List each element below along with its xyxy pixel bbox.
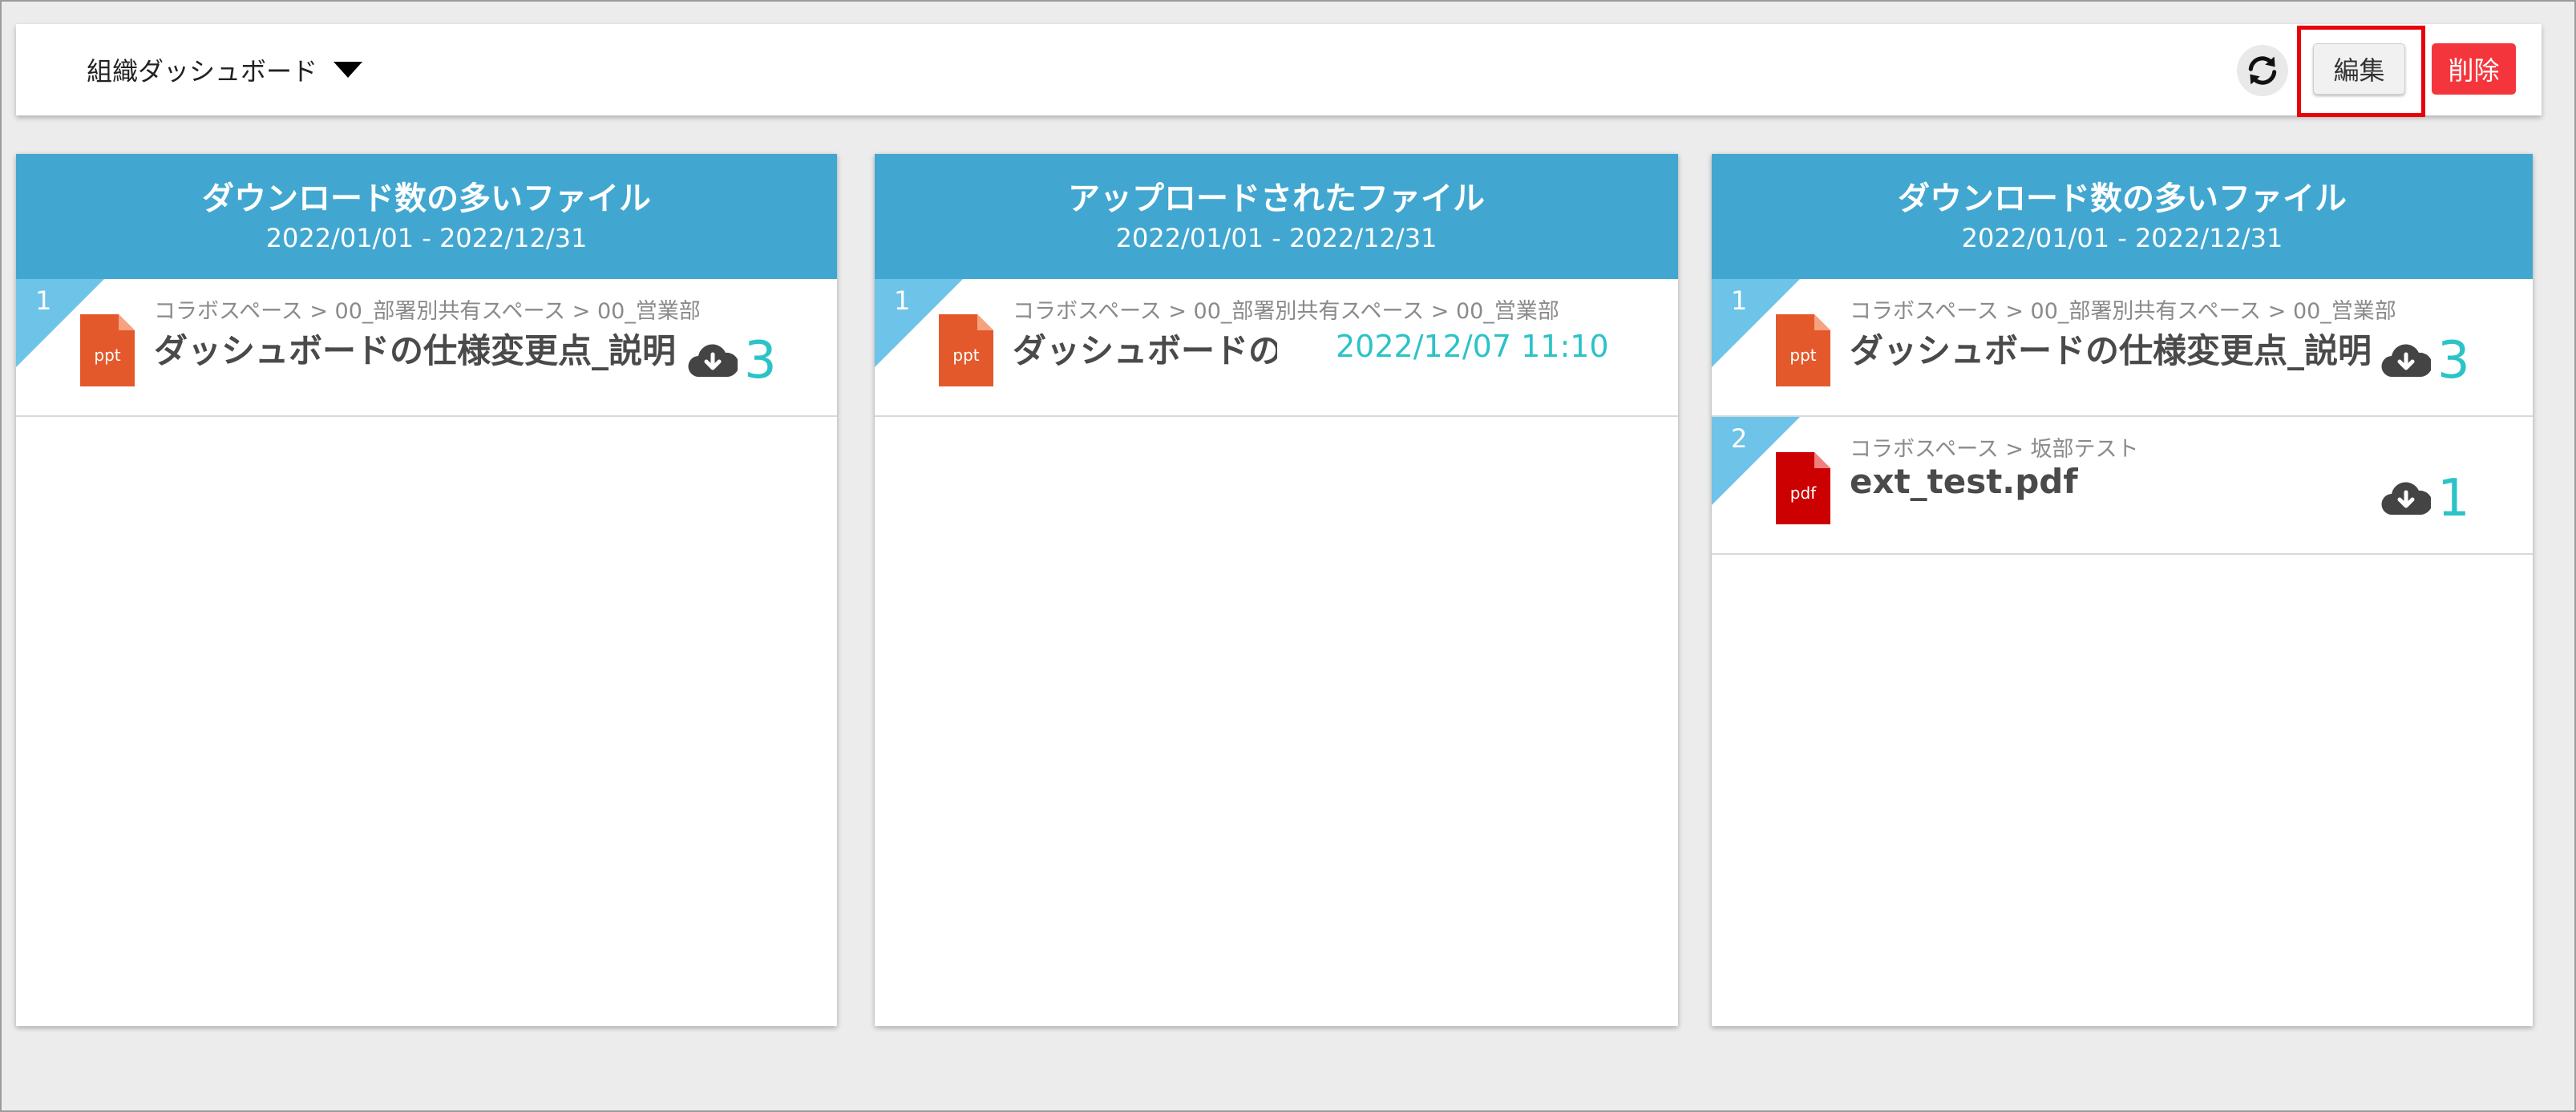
upload-date: 2022/12/07 11:10 (1336, 329, 1609, 364)
list-item[interactable]: 1 ppt コラボスペース > 00_部署別共有スペース > 00_営業部 ダッ… (1712, 279, 2533, 417)
download-count: 3 (2437, 331, 2470, 390)
list-item[interactable]: 1 ppt コラボスペース > 00_部署別共有スペース > 00_営業部 ダッ… (875, 279, 1678, 417)
widget-date-range: 2022/01/01 - 2022/12/31 (1115, 223, 1438, 253)
rank-number: 1 (35, 285, 52, 316)
widget-title: ダウンロード数の多いファイル (202, 180, 651, 217)
ppt-file-icon: ppt (1776, 314, 1830, 386)
file-path: コラボスペース > 坂部テスト (1850, 437, 2139, 462)
file-path: コラボスペース > 00_部署別共有スペース > 00_営業部 (1013, 299, 1559, 324)
widget-title: ダウンロード数の多いファイル (1898, 180, 2347, 217)
dashboard-name: 組織ダッシュボード (87, 56, 318, 87)
widget-date-range: 2022/01/01 - 2022/12/31 (1961, 223, 2283, 253)
cloud-download-icon (688, 344, 738, 378)
widget-header: アップロードされたファイル 2022/01/01 - 2022/12/31 (875, 154, 1678, 279)
file-type-label: ppt (952, 346, 979, 365)
rank-number: 2 (1731, 423, 1748, 454)
widget-top-downloads-1: ダウンロード数の多いファイル 2022/01/01 - 2022/12/31 1… (16, 154, 837, 1026)
file-name[interactable]: ダッシュボードの仕様変更点_説明 (154, 324, 675, 373)
ppt-file-icon: ppt (939, 314, 993, 386)
widget-date-range: 2022/01/01 - 2022/12/31 (265, 223, 588, 253)
file-path: コラボスペース > 00_部署別共有スペース > 00_営業部 (154, 299, 701, 324)
ppt-file-icon: ppt (80, 314, 135, 386)
widget-header: ダウンロード数の多いファイル 2022/01/01 - 2022/12/31 (16, 154, 837, 279)
widget-top-downloads-2: ダウンロード数の多いファイル 2022/01/01 - 2022/12/31 1… (1712, 154, 2533, 1026)
cloud-download-icon (2381, 344, 2431, 378)
widget-uploaded-files: アップロードされたファイル 2022/01/01 - 2022/12/31 1 … (875, 154, 1678, 1026)
list-item[interactable]: 2 pdf コラボスペース > 坂部テスト ext_test.pdf 1 (1712, 417, 2533, 555)
file-path: コラボスペース > 00_部署別共有スペース > 00_営業部 (1850, 299, 2396, 324)
caret-down-icon (334, 62, 363, 78)
list-item[interactable]: 1 ppt コラボスペース > 00_部署別共有スペース > 00_営業部 ダッ… (16, 279, 837, 417)
widget-header: ダウンロード数の多いファイル 2022/01/01 - 2022/12/31 (1712, 154, 2533, 279)
rank-number: 1 (894, 285, 911, 316)
file-type-label: pdf (1790, 483, 1817, 503)
refresh-icon (2248, 56, 2277, 85)
pdf-file-icon: pdf (1776, 452, 1830, 524)
file-type-label: ppt (94, 346, 120, 365)
download-count: 3 (744, 331, 777, 390)
file-name[interactable]: ダッシュボードの仕様変更点_説明 (1850, 324, 2395, 373)
edit-button[interactable]: 編集 (2313, 43, 2405, 95)
cloud-download-icon (2381, 482, 2431, 516)
download-count: 1 (2437, 469, 2470, 528)
delete-button[interactable]: 削除 (2432, 43, 2516, 95)
dashboard-selector[interactable]: 組織ダッシュボード (87, 24, 363, 115)
dashboard-header: 組織ダッシュボード 編集 削除 (16, 24, 2542, 117)
widget-title: アップロードされたファイル (1068, 180, 1485, 217)
file-name[interactable]: ダッシュボードの (1013, 324, 1277, 373)
file-type-label: ppt (1789, 346, 1816, 365)
rank-number: 1 (1731, 285, 1748, 316)
file-name[interactable]: ext_test.pdf (1850, 462, 2363, 501)
refresh-button[interactable] (2237, 45, 2288, 96)
